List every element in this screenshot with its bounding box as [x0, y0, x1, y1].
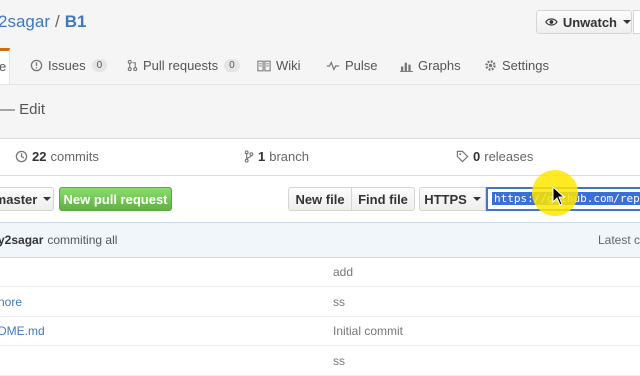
- repo-title: 2sagar / B1: [0, 12, 86, 32]
- commits-label: commits: [50, 149, 99, 164]
- latest-commit-bar: y2sagar commiting all Latest c: [0, 222, 640, 258]
- find-file-label: Find file: [358, 191, 408, 207]
- gear-icon: [485, 60, 496, 71]
- tab-pull-requests[interactable]: Pull requests 0: [127, 58, 240, 73]
- edit-description-link[interactable]: — Edit: [0, 101, 45, 118]
- chevron-down-icon: [472, 197, 481, 201]
- branch-icon: [244, 150, 254, 163]
- file-name-link[interactable]: DME.md: [0, 324, 45, 338]
- tab-code[interactable]: e: [0, 48, 10, 84]
- tab-settings-label: Settings: [502, 58, 549, 73]
- tab-settings[interactable]: Settings: [484, 58, 549, 73]
- tag-icon: [456, 150, 469, 163]
- graph-icon: [400, 62, 413, 72]
- clone-protocol-label: HTTPS: [424, 191, 467, 207]
- releases-label: releases: [484, 149, 534, 164]
- chevron-down-icon: [43, 197, 52, 201]
- tab-wiki-label: Wiki: [276, 58, 301, 73]
- mouse-pointer-icon: [552, 186, 566, 206]
- history-icon: [15, 150, 28, 163]
- tab-issues[interactable]: Issues 0: [30, 58, 108, 73]
- tab-issues-label: Issues: [48, 58, 86, 73]
- unwatch-button[interactable]: Unwatch: [536, 10, 632, 34]
- file-commit-message[interactable]: Initial commit: [333, 324, 403, 338]
- branch-count: 1: [258, 149, 266, 164]
- tab-wiki[interactable]: Wiki: [257, 58, 301, 73]
- pull-request-icon: [127, 59, 138, 72]
- pull-requests-counter: 0: [224, 59, 240, 72]
- file-commit-message[interactable]: ss: [333, 295, 345, 309]
- file-row: ss: [0, 346, 640, 376]
- clone-protocol-select[interactable]: HTTPS: [419, 187, 486, 211]
- repo-nav: e Issues 0 Pull requests 0 Wiki Pulse Gr…: [0, 48, 640, 85]
- releases-count: 0: [473, 149, 481, 164]
- tab-pulse-label: Pulse: [345, 58, 378, 73]
- branches-link[interactable]: 1 branch: [244, 149, 309, 164]
- new-file-label: New file: [295, 191, 345, 207]
- repo-summary: 22 commits 1 branch 0 releases: [0, 138, 640, 176]
- issues-counter: 0: [91, 59, 108, 72]
- issue-icon: [30, 59, 43, 72]
- pulse-icon: [326, 60, 340, 71]
- eye-icon: [545, 18, 558, 26]
- new-pull-request-label: New pull request: [63, 191, 168, 207]
- title-separator: /: [54, 12, 60, 31]
- chevron-down-icon: [623, 20, 631, 24]
- repo-owner-link[interactable]: 2sagar: [0, 12, 50, 31]
- commit-author-name: y2sagar: [0, 233, 44, 247]
- new-file-button[interactable]: New file: [288, 187, 352, 211]
- file-row: nore ss: [0, 287, 640, 317]
- tab-pulse[interactable]: Pulse: [326, 58, 378, 73]
- tab-graphs[interactable]: Graphs: [400, 58, 461, 73]
- tab-graphs-label: Graphs: [418, 58, 461, 73]
- file-name-link[interactable]: nore: [0, 295, 22, 309]
- commit-message[interactable]: commiting all: [47, 233, 117, 247]
- file-row: add: [0, 257, 640, 287]
- find-file-button[interactable]: Find file: [351, 187, 415, 211]
- commit-author[interactable]: y2sagar commiting all: [0, 233, 117, 247]
- new-pull-request-button[interactable]: New pull request: [59, 187, 172, 211]
- tab-code-label: e: [0, 59, 7, 74]
- releases-link[interactable]: 0 releases: [456, 149, 533, 164]
- commits-link[interactable]: 22 commits: [15, 149, 99, 164]
- unwatch-label: Unwatch: [562, 14, 617, 30]
- watchers-count[interactable]: [633, 10, 640, 34]
- file-row: DME.md Initial commit: [0, 316, 640, 346]
- latest-commit-label: Latest c: [598, 233, 640, 247]
- branch-select-button[interactable]: master: [0, 187, 54, 211]
- tab-pull-requests-label: Pull requests: [143, 58, 219, 73]
- branch-label: branch: [269, 149, 309, 164]
- commits-count: 22: [32, 149, 47, 164]
- book-icon: [257, 60, 271, 71]
- file-commit-message[interactable]: add: [333, 265, 353, 279]
- repo-name-link[interactable]: B1: [65, 12, 87, 31]
- branch-select-label: master: [0, 191, 38, 207]
- file-commit-message[interactable]: ss: [333, 354, 345, 368]
